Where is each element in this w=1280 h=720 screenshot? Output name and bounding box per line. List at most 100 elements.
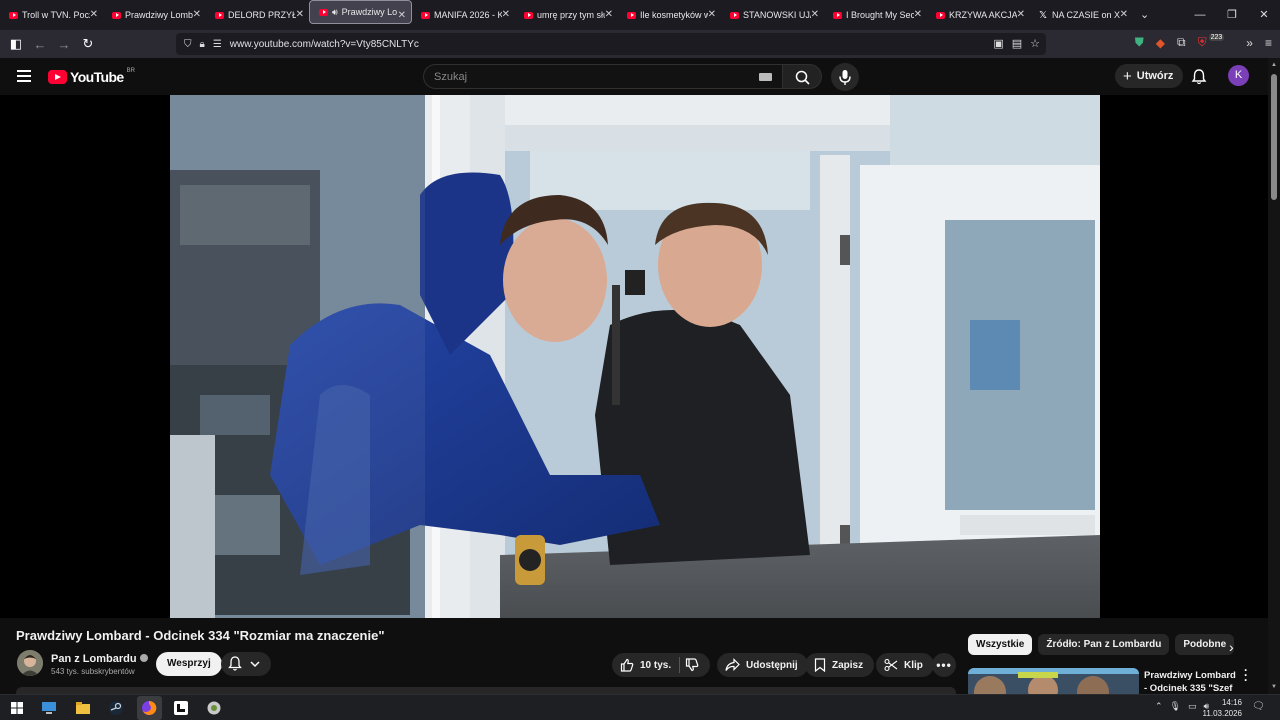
tray-overflow-icon[interactable]: ⌃ [1155,701,1163,712]
notification-center-icon[interactable]: 🗨︎ [1252,701,1265,712]
shield-icon[interactable]: ⛉ [184,39,192,50]
tab-close-icon[interactable]: ✕ [398,10,406,21]
browser-tab[interactable]: umrę przy tym słu ✕ [515,0,618,30]
firefox-icon[interactable] [140,699,158,717]
voice-search-button[interactable] [831,63,859,91]
taskbar-clock[interactable]: 14:16 11.03.2026 [1200,697,1242,719]
computer-icon[interactable] [40,699,58,717]
url-text[interactable]: www.youtube.com/watch?v=Vty85CNLTYc [230,39,419,50]
like-button[interactable]: 10 tys. [620,658,671,672]
address-bar[interactable]: ⛉ 🔒︎ ☰ www.youtube.com/watch?v=Vty85CNLT… [176,33,1046,55]
steam-icon[interactable] [107,699,125,717]
channel-avatar[interactable] [17,650,43,676]
youtube-logo[interactable]: YouTube BR [48,68,135,85]
more-horizontal-icon: ••• [936,658,952,672]
reload-icon[interactable]: ↻ [76,36,100,52]
tab-close-icon[interactable]: ✕ [811,9,819,20]
tab-audio-icon[interactable]: 🔊︎ [332,7,338,18]
app-icon[interactable] [205,699,223,717]
browser-tab[interactable]: KRZYWA AKCJA #✕ [927,0,1030,30]
notifications-bell-icon[interactable] [1191,68,1207,85]
browser-tab[interactable]: 🔊︎ Prawdziwy Lo ✕ [309,0,412,24]
tab-close-icon[interactable]: ✕ [914,9,922,20]
tab-close-icon[interactable]: ✕ [708,9,716,20]
chip-from-channel[interactable]: Źródło: Pan z Lombardu [1038,634,1170,655]
tab-close-icon[interactable]: ✕ [193,9,201,20]
chips-next-arrow-icon[interactable]: › [1229,639,1234,655]
search-icon [795,70,810,85]
save-button[interactable]: Zapisz [805,653,875,677]
lock-icon[interactable]: 🔒︎ [200,39,205,50]
search-button[interactable] [782,64,822,89]
dislike-button[interactable] [685,658,705,675]
page-scrollbar[interactable]: ▲ ▼ [1268,58,1280,694]
picture-in-picture-icon[interactable]: ▣ [993,37,1003,50]
file-explorer-icon[interactable] [74,699,92,717]
minimize-icon[interactable]: — [1184,0,1216,30]
description-box[interactable] [16,687,956,694]
network-icon[interactable]: ▭ [1188,701,1197,712]
guide-menu-icon[interactable] [17,70,31,82]
restore-icon[interactable]: ❐ [1216,0,1248,30]
scroll-up-arrow-icon[interactable]: ▲ [1271,62,1277,68]
search-box [423,64,782,89]
chip-related[interactable]: Podobne [1175,634,1235,655]
search-input[interactable] [424,65,724,88]
video-frame[interactable] [170,95,1100,618]
notion-icon[interactable] [172,699,190,717]
browser-tab[interactable]: Prawdziwy Lomba ✕ [103,0,206,30]
os-taskbar: ⌃ 🎙︎ ▭ 🔊︎ 14:16 11.03.2026 🗨︎ [0,694,1280,720]
tab-label: Prawdziwy Lomba [125,10,193,20]
bookmark-star-icon[interactable]: ☆ [1030,37,1040,50]
tab-close-icon[interactable]: ✕ [296,9,304,20]
scroll-down-arrow-icon[interactable]: ▼ [1271,684,1277,690]
create-button[interactable]: + Utwórz [1115,64,1184,88]
share-button[interactable]: Udostępnij [717,653,808,677]
extensions-puzzle-icon[interactable]: ⧉ [1177,35,1186,50]
channel-name[interactable]: Pan z Lombardu [51,653,148,665]
sidebar-toggle-icon[interactable]: ◧ [4,36,28,52]
browser-tab[interactable]: MANIFA 2026 - Ko ✕ [412,0,515,30]
subscription-notifications-button[interactable] [221,652,271,676]
tab-close-icon[interactable]: ✕ [1017,9,1025,20]
chip-all[interactable]: Wszystkie [968,634,1033,655]
join-button[interactable]: Wesprzyj [156,652,222,676]
browser-tab[interactable]: DELORD PRZYŁAP✕ [206,0,309,30]
app-menu-icon[interactable]: ≡ [1265,36,1272,50]
create-label: Utwórz [1136,70,1174,82]
clip-button[interactable]: Klip [876,653,934,677]
windows-start-icon[interactable] [8,699,26,717]
browser-tab[interactable]: I Brought My Secr ✕ [824,0,927,30]
recommendation-menu-icon[interactable]: · · · [1244,664,1248,686]
microphone-tray-icon[interactable]: 🎙︎ [1170,701,1181,712]
account-avatar[interactable]: K [1228,65,1249,86]
youtube-favicon-icon [9,11,18,19]
tab-close-icon[interactable]: ✕ [502,9,510,20]
tab-close-icon[interactable]: ✕ [605,9,613,20]
close-window-icon[interactable]: ✕ [1248,0,1280,30]
vpn-extension-icon[interactable]: ⛊ [1135,35,1144,50]
browser-tab[interactable]: Troll w TVN. Począ✕ [0,0,103,30]
keyboard-icon[interactable] [759,73,772,81]
back-icon[interactable]: ← [28,37,52,52]
browser-tab[interactable]: STANOWSKI UJAW✕ [721,0,824,30]
overflow-chevrons-icon[interactable]: » [1246,36,1253,50]
scrollbar-thumb[interactable] [1271,74,1277,200]
channel-name-text[interactable]: Pan z Lombardu [51,653,137,665]
list-all-tabs-icon[interactable]: ⌄ [1140,8,1149,21]
more-actions-button[interactable]: ••• [932,653,956,677]
browser-tab[interactable]: Ile kosmetyków w ✕ [618,0,721,30]
permissions-icon[interactable]: ☰ [213,39,222,50]
browser-tab[interactable]: 𝕏 NA CZASIE on X: "✕ [1030,0,1133,30]
video-player[interactable] [0,95,1268,618]
forward-icon[interactable]: → [52,37,76,52]
ublock-extension-icon[interactable]: ⛨ [1198,35,1207,50]
reader-view-icon[interactable]: ▤ [1012,37,1022,50]
fox-extension-icon[interactable]: ◆ [1156,36,1165,50]
tab-close-icon[interactable]: ✕ [90,9,98,20]
recommendation-thumbnail[interactable] [968,668,1139,694]
tab-close-icon[interactable]: ✕ [1120,9,1128,20]
tab-strip: Troll w TVN. Począ✕Prawdziwy Lomba✕DELOR… [0,0,1133,30]
youtube-favicon-icon [215,11,224,19]
tab-label: umrę przy tym słu [537,10,605,20]
